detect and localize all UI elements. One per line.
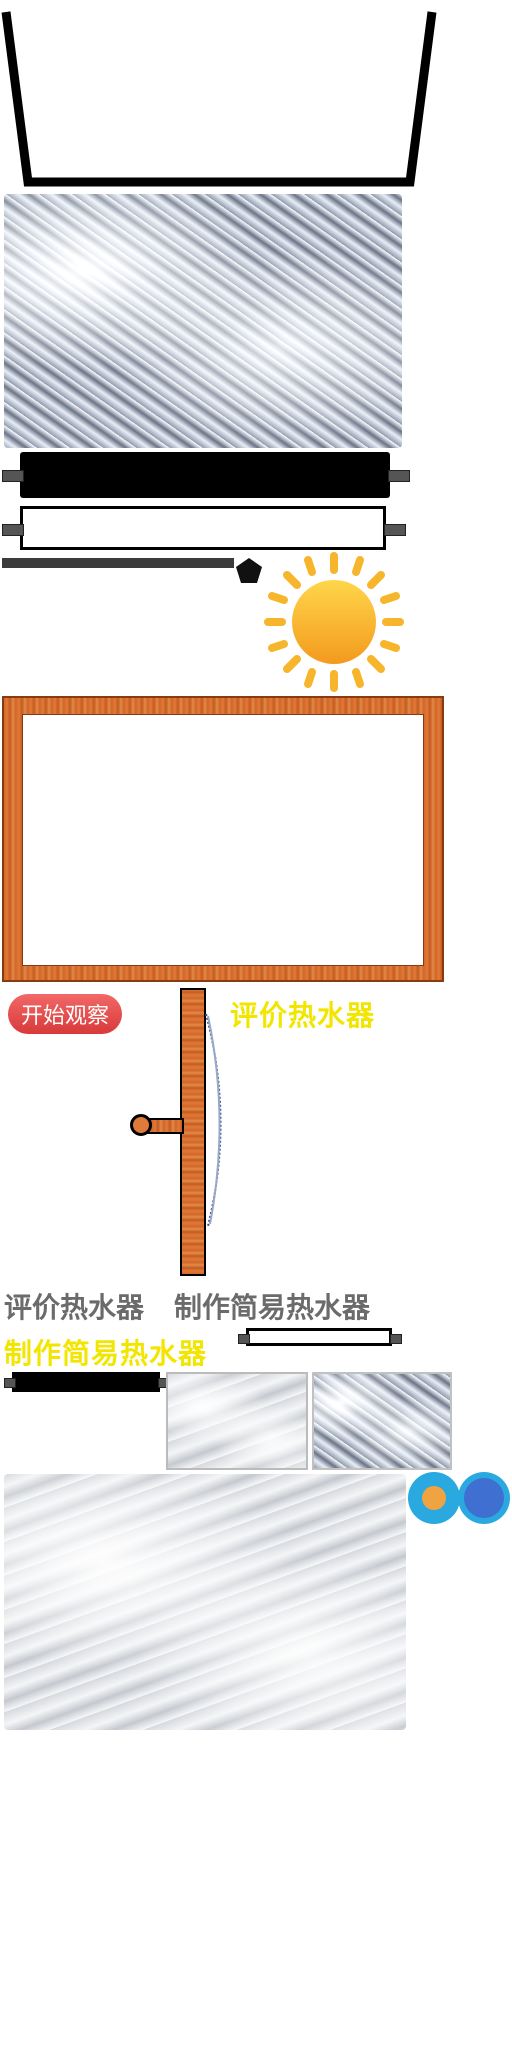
start-observe-button[interactable]: 开始观察: [8, 994, 122, 1034]
small-white-tube: [246, 1328, 392, 1346]
small-black-tube-end-left: [4, 1378, 16, 1388]
evaluate-heater-label-gray[interactable]: 评价热水器: [4, 1286, 144, 1326]
make-heater-label-yellow[interactable]: 制作简易热水器: [4, 1332, 207, 1372]
make-heater-label-gray[interactable]: 制作简易热水器: [174, 1286, 370, 1326]
white-tube-end-right: [384, 524, 406, 536]
plastic-thumbnail[interactable]: [166, 1372, 308, 1470]
pentagon-icon[interactable]: [234, 556, 264, 586]
small-white-tube-end-left: [238, 1334, 250, 1344]
white-tube: [20, 506, 386, 550]
plastic-sheet-large: [4, 1474, 406, 1730]
reflector-curve: [205, 1013, 222, 1227]
black-tube-end-left: [2, 470, 24, 482]
orange-dot-toggle[interactable]: [408, 1472, 460, 1524]
start-observe-label: 开始观察: [20, 1004, 109, 1029]
foil-thumbnail[interactable]: [312, 1372, 452, 1470]
sun-icon: [264, 552, 404, 692]
foil-sheet-large: [4, 194, 402, 448]
blue-dot-toggle[interactable]: [458, 1472, 510, 1524]
white-tube-end-left: [2, 524, 24, 536]
wooden-frame-inner: [22, 714, 424, 966]
slider-track[interactable]: [2, 558, 234, 568]
small-black-tube: [12, 1372, 160, 1392]
stand-knob[interactable]: [130, 1114, 152, 1136]
container-outline: [1, 11, 437, 187]
orange-dot-icon: [422, 1486, 446, 1510]
evaluate-heater-label-yellow[interactable]: 评价热水器: [230, 994, 375, 1034]
black-tube: [20, 452, 390, 498]
blue-dot-icon: [464, 1478, 504, 1518]
small-white-tube-end-right: [390, 1334, 402, 1344]
black-tube-end-right: [388, 470, 410, 482]
